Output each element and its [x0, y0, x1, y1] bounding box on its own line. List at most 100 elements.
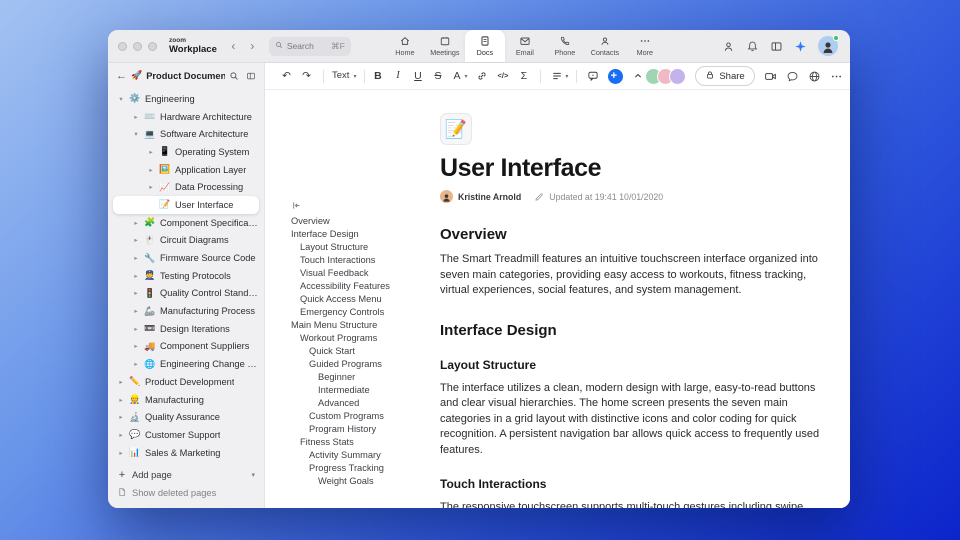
- tree-chevron-icon[interactable]: ▸: [117, 413, 125, 421]
- outline-item-overview[interactable]: Overview: [291, 215, 429, 228]
- underline-button[interactable]: U: [410, 67, 429, 86]
- outline-item-program-history[interactable]: Program History: [291, 423, 429, 436]
- tree-chevron-icon[interactable]: ▸: [147, 166, 155, 174]
- outline-item-progress-tracking[interactable]: Progress Tracking: [291, 462, 429, 475]
- outline-item-activity-summary[interactable]: Activity Summary: [291, 449, 429, 462]
- minimize-window-button[interactable]: [133, 41, 142, 51]
- outline-item-visual-feedback[interactable]: Visual Feedback: [291, 267, 429, 280]
- outline-item-emergency-controls[interactable]: Emergency Controls: [291, 306, 429, 319]
- collapse-outline-icon[interactable]: [291, 200, 429, 211]
- side-panel-toggle-icon[interactable]: [770, 40, 783, 53]
- tab-contacts[interactable]: Contacts: [585, 30, 625, 62]
- document-emoji-icon[interactable]: 📝: [440, 113, 472, 145]
- sidebar-item-manufacturing[interactable]: ▸ 👷 Manufacturing: [113, 391, 259, 409]
- tree-chevron-icon[interactable]: ▸: [132, 307, 140, 315]
- sidebar-item-quality-control-standards[interactable]: ▸ 🚦 Quality Control Standards: [113, 285, 259, 303]
- tree-chevron-icon[interactable]: ▾: [132, 130, 140, 138]
- tab-phone[interactable]: Phone: [545, 30, 585, 62]
- workspace-title[interactable]: Product Documenta...: [146, 71, 225, 81]
- tree-chevron-icon[interactable]: ▸: [147, 183, 155, 191]
- tree-chevron-icon[interactable]: ▾: [117, 95, 125, 103]
- outline-item-touch-interactions[interactable]: Touch Interactions: [291, 254, 429, 267]
- tab-meetings[interactable]: Meetings: [425, 30, 465, 62]
- outline-item-intermediate[interactable]: Intermediate: [291, 384, 429, 397]
- tree-chevron-icon[interactable]: ▸: [147, 148, 155, 156]
- outline-item-custom-programs[interactable]: Custom Programs: [291, 410, 429, 423]
- outline-item-fitness-stats[interactable]: Fitness Stats: [291, 436, 429, 449]
- outline-item-beginner[interactable]: Beginner: [291, 371, 429, 384]
- tree-chevron-icon[interactable]: ▸: [132, 236, 140, 244]
- tree-chevron-icon[interactable]: ▸: [132, 219, 140, 227]
- tree-chevron-icon[interactable]: ▸: [132, 289, 140, 297]
- sidebar-search-icon[interactable]: [229, 71, 239, 81]
- outline-item-quick-start[interactable]: Quick Start: [291, 345, 429, 358]
- sidebar-item-hardware-architecture[interactable]: ▸ ⌨️ Hardware Architecture: [113, 108, 259, 126]
- comment-button[interactable]: [582, 67, 604, 86]
- maximize-window-button[interactable]: [148, 41, 157, 51]
- sidebar-item-user-interface[interactable]: 📝 User Interface: [113, 196, 259, 214]
- outline-item-advanced[interactable]: Advanced: [291, 397, 429, 410]
- notifications-bell-icon[interactable]: [746, 40, 759, 53]
- global-search-input[interactable]: Search ⌘F: [268, 36, 351, 56]
- sidebar-item-customer-support[interactable]: ▸ 💬 Customer Support: [113, 426, 259, 444]
- code-button[interactable]: </>: [494, 67, 515, 86]
- bold-button[interactable]: B: [370, 67, 389, 86]
- outline-item-interface-design[interactable]: Interface Design: [291, 228, 429, 241]
- tree-chevron-icon[interactable]: ▸: [132, 113, 140, 121]
- outline-item-layout-structure[interactable]: Layout Structure: [291, 241, 429, 254]
- tab-docs[interactable]: Docs: [464, 30, 505, 62]
- text-style-dropdown[interactable]: Text ▾: [329, 67, 359, 86]
- sidebar-item-testing-protocols[interactable]: ▸ 👮 Testing Protocols: [113, 267, 259, 285]
- redo-button[interactable]: ↷: [299, 67, 318, 86]
- equation-button[interactable]: Σ: [516, 67, 535, 86]
- sidebar-item-design-iterations[interactable]: ▸ 📼 Design Iterations: [113, 320, 259, 338]
- sidebar-item-quality-assurance[interactable]: ▸ 🔬 Quality Assurance: [113, 408, 259, 426]
- list-button[interactable]: ▾: [546, 67, 571, 86]
- more-options-icon[interactable]: [830, 70, 843, 83]
- sidebar-item-sales-marketing[interactable]: ▸ 📊 Sales & Marketing: [113, 444, 259, 462]
- globe-icon[interactable]: [808, 70, 821, 83]
- sidebar-item-firmware-source-code[interactable]: ▸ 🔧 Firmware Source Code: [113, 249, 259, 267]
- tab-home[interactable]: Home: [385, 30, 425, 62]
- link-button[interactable]: [471, 67, 493, 86]
- tree-chevron-icon[interactable]: ▸: [117, 449, 125, 457]
- outline-item-accessibility-features[interactable]: Accessibility Features: [291, 280, 429, 293]
- add-page-chevron-icon[interactable]: ▾: [251, 471, 255, 479]
- tree-chevron-icon[interactable]: ▸: [132, 342, 140, 350]
- share-button[interactable]: Share: [695, 66, 755, 86]
- tree-chevron-icon[interactable]: ▸: [117, 378, 125, 386]
- tree-chevron-icon[interactable]: ▸: [117, 431, 125, 439]
- tree-chevron-icon[interactable]: ▸: [132, 254, 140, 262]
- outline-item-weight-goals[interactable]: Weight Goals: [291, 475, 429, 488]
- sidebar-item-engineering-change-orders[interactable]: ▸ 🌐 Engineering Change Orders: [113, 355, 259, 373]
- history-forward-button[interactable]: ›: [246, 40, 259, 52]
- sidebar-item-manufacturing-process[interactable]: ▸ 🦾 Manufacturing Process: [113, 302, 259, 320]
- add-page-button[interactable]: + Add page ▾: [113, 466, 259, 484]
- history-back-button[interactable]: ‹: [227, 40, 240, 52]
- tree-chevron-icon[interactable]: ▸: [117, 396, 125, 404]
- sidebar-item-application-layer[interactable]: ▸ 🖼️ Application Layer: [113, 161, 259, 179]
- collaborator-avatars[interactable]: [645, 67, 687, 85]
- sidebar-collapse-icon[interactable]: [246, 71, 256, 81]
- outline-item-main-menu-structure[interactable]: Main Menu Structure: [291, 319, 429, 332]
- close-window-button[interactable]: [118, 41, 127, 51]
- sidebar-item-component-suppliers[interactable]: ▸ 🚚 Component Suppliers: [113, 338, 259, 356]
- chat-bubble-icon[interactable]: [786, 70, 799, 83]
- sidebar-item-operating-system[interactable]: ▸ 📱 Operating System: [113, 143, 259, 161]
- back-arrow-icon[interactable]: ←: [116, 70, 127, 82]
- ai-companion-button[interactable]: +: [608, 68, 624, 84]
- tree-chevron-icon[interactable]: ▸: [132, 360, 140, 368]
- tree-chevron-icon[interactable]: ▸: [132, 325, 140, 333]
- sidebar-item-data-processing[interactable]: ▸ 📈 Data Processing: [113, 178, 259, 196]
- window-controls[interactable]: [118, 41, 157, 51]
- sidebar-item-product-development[interactable]: ▸ ✏️ Product Development: [113, 373, 259, 391]
- tab-email[interactable]: Email: [505, 30, 545, 62]
- sidebar-item-circuit-diagrams[interactable]: ▸ 🖱️ Circuit Diagrams: [113, 232, 259, 250]
- sidebar-item-component-specifications[interactable]: ▸ 🧩 Component Specifications: [113, 214, 259, 232]
- undo-button[interactable]: ↶: [279, 67, 298, 86]
- page-title[interactable]: User Interface: [440, 154, 832, 183]
- tab-more[interactable]: More: [625, 30, 665, 62]
- outline-item-workout-programs[interactable]: Workout Programs: [291, 332, 429, 345]
- italic-button[interactable]: I: [390, 67, 409, 86]
- sidebar-item-software-architecture[interactable]: ▾ 💻 Software Architecture: [113, 125, 259, 143]
